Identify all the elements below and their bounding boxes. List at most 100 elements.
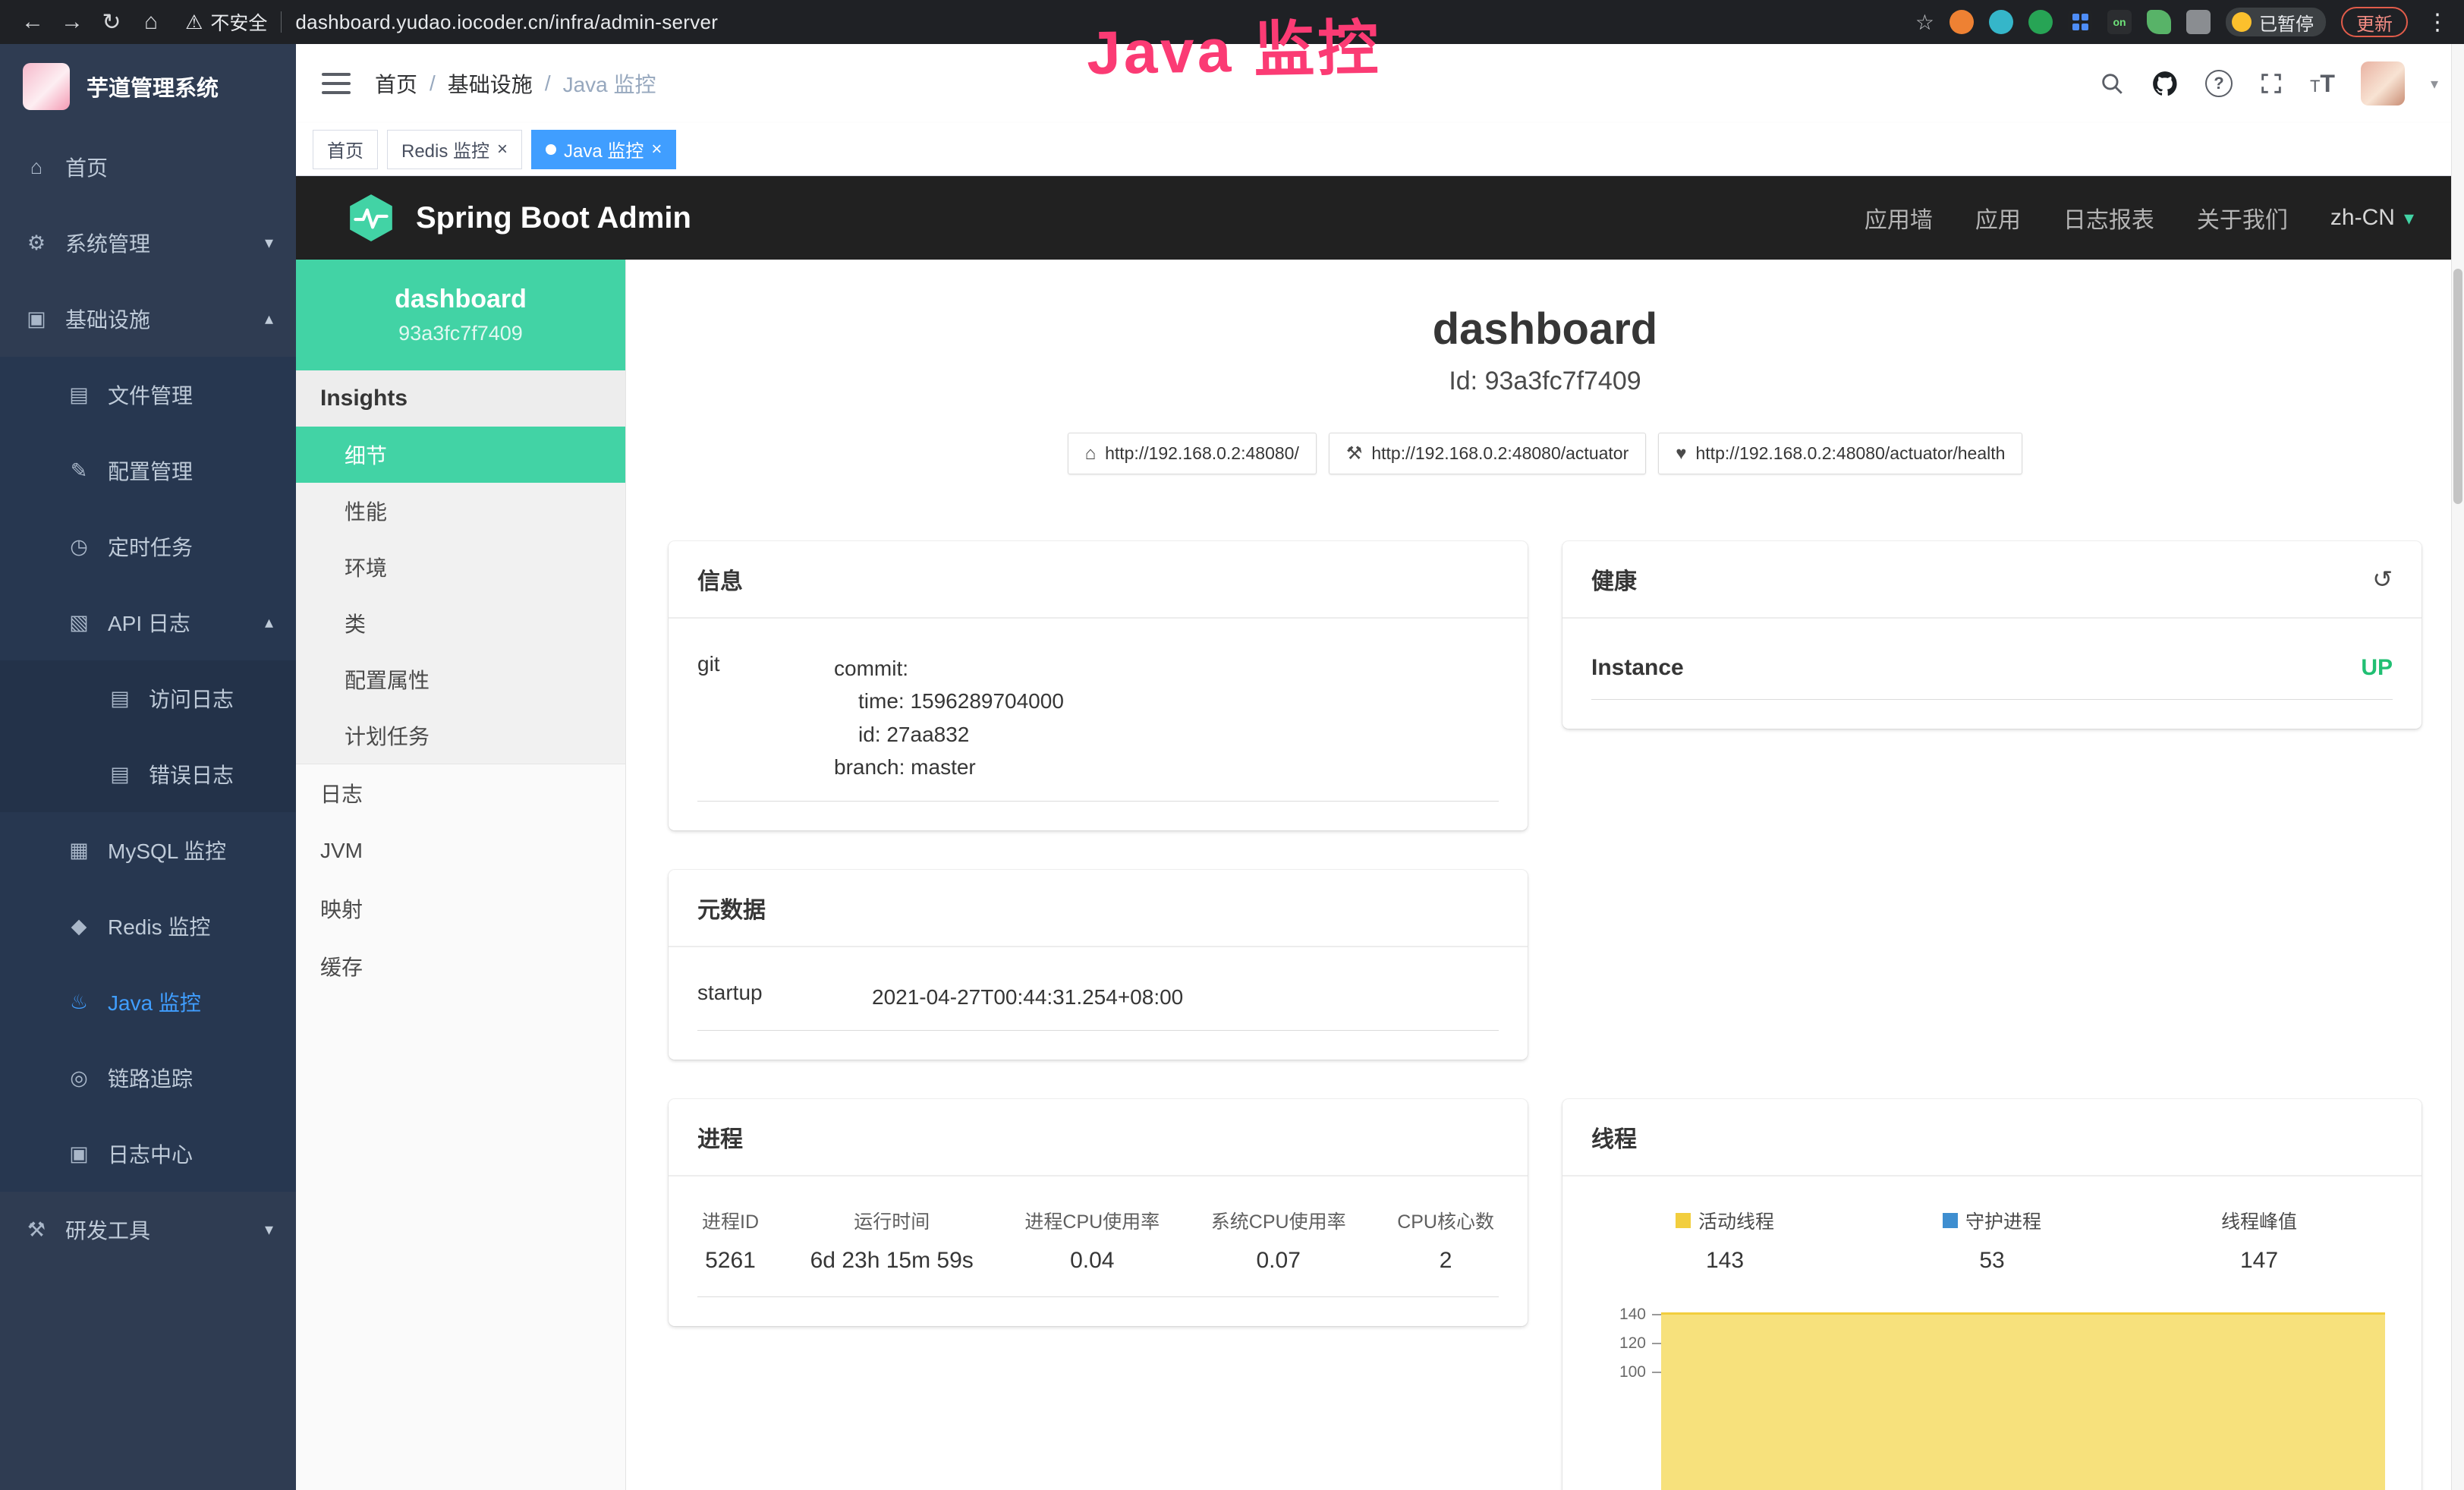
doc-icon: ▤ [106, 763, 134, 786]
history-icon[interactable]: ↺ [2372, 565, 2393, 594]
locale-selector[interactable]: zh-CN ▾ [2330, 205, 2414, 231]
chevron-down-icon: ▾ [2404, 206, 2414, 230]
sba-nav-item-1[interactable]: 应用墙 [1865, 201, 1933, 235]
paused-label: 已暂停 [2259, 9, 2314, 36]
process-stat-label: 进程CPU使用率 [1024, 1207, 1160, 1234]
bookmark-star-icon[interactable]: ☆ [1915, 10, 1934, 35]
fullscreen-icon[interactable] [2258, 71, 2284, 96]
browser-reload-button[interactable]: ↻ [94, 9, 129, 36]
instance-menu-item-other-1[interactable]: 日志 [296, 764, 625, 822]
breadcrumb-item[interactable]: 首页 [375, 68, 417, 99]
sidebar-item-log-center[interactable]: ▣日志中心 [0, 1116, 296, 1192]
sidebar-item-label: 错误日志 [149, 759, 234, 789]
sba-nav-item-4[interactable]: 关于我们 [2197, 201, 2288, 235]
instance-menu-item-5[interactable]: 配置属性 [296, 651, 625, 707]
search-icon[interactable] [2099, 71, 2125, 96]
font-size-icon[interactable]: TT [2310, 70, 2335, 98]
extension-icon-5[interactable]: on [2107, 10, 2132, 34]
threads-legend-label: 线程峰值 [2126, 1207, 2393, 1234]
sidebar-item-label: 配置管理 [108, 455, 193, 486]
github-icon[interactable] [2151, 69, 2179, 98]
y-axis-tick: 120 [1591, 1334, 1661, 1363]
process-stat-value: 0.07 [1211, 1248, 1346, 1274]
sidebar-item-redis[interactable]: ◆Redis 监控 [0, 888, 296, 964]
extensions-menu-icon[interactable] [2186, 10, 2211, 34]
instance-menu-item-2[interactable]: 性能 [296, 483, 625, 539]
paused-badge[interactable]: 已暂停 [2226, 8, 2326, 36]
instance-url-link[interactable]: ⌂http://192.168.0.2:48080/ [1068, 433, 1317, 474]
tab-3[interactable]: Java 监控× [531, 130, 676, 169]
extension-icon-3[interactable] [2028, 10, 2053, 34]
browser-forward-button[interactable]: → [55, 9, 90, 35]
sidebar-item-home[interactable]: ⌂首页 [0, 129, 296, 205]
extension-icon-2[interactable] [1989, 10, 2013, 34]
instance-url-link[interactable]: ⚒http://192.168.0.2:48080/actuator [1329, 433, 1646, 474]
instance-menu-item-6[interactable]: 计划任务 [296, 707, 625, 764]
tick-mark [1652, 1314, 1661, 1315]
instance-menu-item-other-4[interactable]: 缓存 [296, 937, 625, 995]
sba-brand[interactable]: Spring Boot Admin [416, 201, 691, 235]
threads-card: 线程 活动线程143守护进程53线程峰值147 140120100 [1562, 1099, 2422, 1490]
sidebar-item-system[interactable]: ⚙系统管理▾ [0, 205, 296, 281]
close-tab-icon[interactable]: × [651, 139, 662, 160]
sidebar-item-label: 首页 [65, 152, 108, 182]
instance-menu-item-other-3[interactable]: 映射 [296, 880, 625, 937]
sidebar-toggle-icon[interactable] [322, 73, 351, 94]
sba-nav-item-3[interactable]: 日志报表 [2063, 201, 2154, 235]
security-label[interactable]: 不安全 [210, 8, 267, 36]
instance-url-link[interactable]: ♥http://192.168.0.2:48080/actuator/healt… [1658, 433, 2022, 474]
instance-menu-item-4[interactable]: 类 [296, 595, 625, 651]
breadcrumb-item[interactable]: 基础设施 [448, 68, 533, 99]
sidebar-item-file[interactable]: ▤文件管理 [0, 357, 296, 433]
sidebar-item-access-log[interactable]: ▤访问日志 [0, 660, 296, 736]
sidebar-item-error-log[interactable]: ▤ 错误日志 [0, 736, 296, 812]
close-tab-icon[interactable]: × [497, 139, 508, 160]
extension-icon-6[interactable] [2147, 10, 2171, 34]
sidebar-item-mysql[interactable]: ▦MySQL 监控 [0, 812, 296, 888]
url-text[interactable]: dashboard.yudao.iocoder.cn/infra/admin-s… [295, 11, 718, 34]
extension-icon-4[interactable] [2068, 10, 2092, 34]
help-icon[interactable]: ? [2205, 70, 2233, 97]
threads-legend-value: 53 [1858, 1248, 2126, 1274]
process-stat-label: 进程ID [702, 1207, 759, 1234]
sidebar-item-trace[interactable]: ◎链路追踪 [0, 1040, 296, 1116]
gear-icon: ⚙ [23, 232, 50, 255]
instance-menu-item-1[interactable]: 细节 [296, 427, 625, 483]
sidebar-item-dev-tools[interactable]: ⚒研发工具▾ [0, 1192, 296, 1268]
sidebar-item-config[interactable]: ✎配置管理 [0, 433, 296, 509]
sidebar-item-api-log[interactable]: ▧API 日志▴ [0, 584, 296, 660]
sidebar-item-job[interactable]: ◷定时任务 [0, 509, 296, 584]
user-avatar[interactable] [2361, 61, 2405, 106]
extension-icon-1[interactable] [1949, 10, 1974, 34]
instance-menu-item-3[interactable]: 环境 [296, 539, 625, 595]
sidebar-item-infra[interactable]: ▣基础设施▴ [0, 281, 296, 357]
address-bar[interactable]: ⚠ 不安全 dashboard.yudao.iocoder.cn/infra/a… [185, 8, 1911, 36]
scrollbar-thumb[interactable] [2453, 269, 2462, 504]
sba-nav-item-2[interactable]: 应用 [1975, 201, 2021, 235]
sidebar-item-java[interactable]: ♨Java 监控 [0, 964, 296, 1040]
browser-home-button[interactable]: ⌂ [134, 9, 168, 35]
sidebar-menu: ⌂首页⚙系统管理▾▣基础设施▴▤文件管理✎配置管理◷定时任务▧API 日志▴▤访… [0, 129, 296, 1268]
clock-icon: ◷ [65, 535, 93, 559]
tab-1[interactable]: 首页 [313, 130, 378, 169]
sidebar-item-label: 研发工具 [65, 1214, 150, 1245]
breadcrumb-item: Java 监控 [563, 68, 656, 99]
instance-header[interactable]: dashboard 93a3fc7f7409 [296, 260, 625, 370]
browser-back-button[interactable]: ← [15, 9, 50, 35]
page-scrollbar[interactable] [2451, 44, 2464, 1490]
tick-mark [1652, 1372, 1661, 1373]
update-button[interactable]: 更新 [2341, 7, 2408, 37]
chevron-down-icon[interactable]: ▾ [2431, 74, 2438, 93]
app-sidebar: 芋道管理系统 ⌂首页⚙系统管理▾▣基础设施▴▤文件管理✎配置管理◷定时任务▧AP… [0, 44, 296, 1490]
app-logo[interactable]: 芋道管理系统 [0, 44, 296, 129]
sba-logo-icon [346, 193, 396, 243]
tab-2[interactable]: Redis 监控× [387, 130, 522, 169]
sidebar-item-label: 链路追踪 [108, 1063, 193, 1093]
legend-label-text: 线程峰值 [2221, 1207, 2297, 1234]
active-tab-dot-icon [546, 144, 556, 155]
process-stat-1: 进程ID5261 [702, 1207, 759, 1274]
instance-menu-item-other-2[interactable]: JVM [296, 822, 625, 880]
info-value-line: time: 1596289704000 [834, 685, 1064, 717]
browser-menu-icon[interactable]: ⋮ [2426, 9, 2449, 36]
link-url: http://192.168.0.2:48080/ [1105, 443, 1299, 464]
